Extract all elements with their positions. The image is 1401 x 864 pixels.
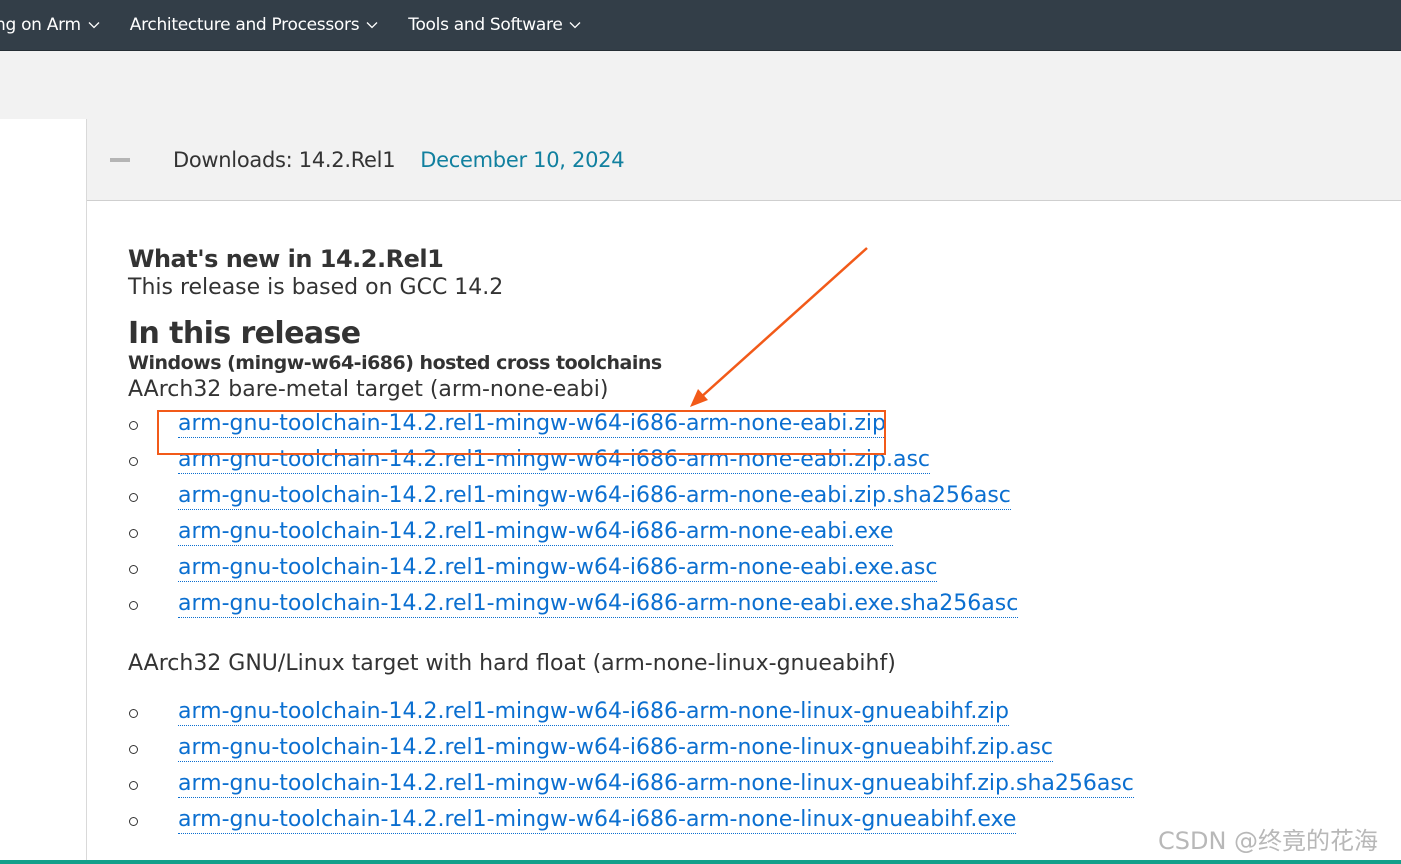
accordion-title: Downloads: 14.2.Rel1 bbox=[173, 147, 396, 172]
download-link[interactable]: arm-gnu-toolchain-14.2.rel1-mingw-w64-i6… bbox=[178, 483, 1011, 510]
watermark: CSDN @终竟的花海 bbox=[1158, 827, 1379, 855]
circle-bullet-icon bbox=[129, 817, 138, 826]
download-link[interactable]: arm-gnu-toolchain-14.2.rel1-mingw-w64-i6… bbox=[178, 519, 894, 546]
list-item: arm-gnu-toolchain-14.2.rel1-mingw-w64-i6… bbox=[129, 514, 1388, 550]
accordion-header[interactable]: Downloads: 14.2.Rel1 December 10, 2024 bbox=[87, 119, 1401, 201]
target-heading-arm-none-eabi: AArch32 bare-metal target (arm-none-eabi… bbox=[128, 377, 609, 402]
list-item: arm-gnu-toolchain-14.2.rel1-mingw-w64-i6… bbox=[129, 406, 1388, 442]
release-date: December 10, 2024 bbox=[420, 147, 625, 172]
nav-item-architecture-and-processors[interactable]: Architecture and Processors bbox=[130, 15, 379, 35]
list-item: arm-gnu-toolchain-14.2.rel1-mingw-w64-i6… bbox=[129, 766, 1388, 802]
nav-item-developing-on-arm[interactable]: oping on Arm bbox=[0, 15, 100, 35]
chevron-down-icon bbox=[88, 22, 100, 29]
nav-item-label: Tools and Software bbox=[408, 15, 563, 35]
circle-bullet-icon bbox=[129, 421, 138, 430]
bottom-accent-line bbox=[0, 860, 1401, 864]
nav-item-label: oping on Arm bbox=[0, 15, 81, 35]
file-list-arm-none-eabi: arm-gnu-toolchain-14.2.rel1-mingw-w64-i6… bbox=[128, 406, 1388, 622]
nav-item-tools-and-software[interactable]: Tools and Software bbox=[408, 15, 581, 35]
circle-bullet-icon bbox=[129, 565, 138, 574]
host-heading: Windows (mingw-w64-i686) hosted cross to… bbox=[128, 352, 662, 374]
release-base-text: This release is based on GCC 14.2 bbox=[128, 275, 504, 300]
circle-bullet-icon bbox=[129, 457, 138, 466]
list-item: arm-gnu-toolchain-14.2.rel1-mingw-w64-i6… bbox=[129, 478, 1388, 514]
download-link[interactable]: arm-gnu-toolchain-14.2.rel1-mingw-w64-i6… bbox=[178, 735, 1054, 762]
chevron-down-icon bbox=[570, 22, 581, 29]
in-this-release-heading: In this release bbox=[128, 316, 361, 351]
minus-icon[interactable] bbox=[110, 157, 130, 162]
download-link[interactable]: arm-gnu-toolchain-14.2.rel1-mingw-w64-i6… bbox=[178, 807, 1017, 834]
release-notes: What's new in 14.2.Rel1 This release is … bbox=[128, 244, 1388, 838]
list-item: arm-gnu-toolchain-14.2.rel1-mingw-w64-i6… bbox=[129, 442, 1388, 478]
nav-item-label: Architecture and Processors bbox=[129, 15, 360, 35]
circle-bullet-icon bbox=[129, 709, 138, 718]
download-link[interactable]: arm-gnu-toolchain-14.2.rel1-mingw-w64-i6… bbox=[178, 591, 1019, 618]
circle-bullet-icon bbox=[129, 493, 138, 502]
page-header-band bbox=[0, 51, 1401, 119]
download-link[interactable]: arm-gnu-toolchain-14.2.rel1-mingw-w64-i6… bbox=[178, 699, 1009, 726]
download-link[interactable]: arm-gnu-toolchain-14.2.rel1-mingw-w64-i6… bbox=[178, 771, 1134, 798]
top-navigation: oping on Arm Architecture and Processors… bbox=[0, 0, 1401, 51]
download-link[interactable]: arm-gnu-toolchain-14.2.rel1-mingw-w64-i6… bbox=[178, 411, 886, 438]
chevron-down-icon bbox=[366, 22, 378, 29]
list-item: arm-gnu-toolchain-14.2.rel1-mingw-w64-i6… bbox=[129, 694, 1388, 730]
file-list-arm-none-linux-gnueabihf: arm-gnu-toolchain-14.2.rel1-mingw-w64-i6… bbox=[128, 694, 1388, 838]
whats-new-heading: What's new in 14.2.Rel1 bbox=[128, 245, 444, 273]
circle-bullet-icon bbox=[129, 529, 138, 538]
list-item: arm-gnu-toolchain-14.2.rel1-mingw-w64-i6… bbox=[129, 550, 1388, 586]
list-item: arm-gnu-toolchain-14.2.rel1-mingw-w64-i6… bbox=[129, 586, 1388, 622]
download-link[interactable]: arm-gnu-toolchain-14.2.rel1-mingw-w64-i6… bbox=[178, 447, 931, 474]
circle-bullet-icon bbox=[129, 781, 138, 790]
download-link[interactable]: arm-gnu-toolchain-14.2.rel1-mingw-w64-i6… bbox=[178, 555, 938, 582]
circle-bullet-icon bbox=[129, 745, 138, 754]
target-heading-arm-none-linux-gnueabihf: AArch32 GNU/Linux target with hard float… bbox=[128, 651, 896, 676]
list-item: arm-gnu-toolchain-14.2.rel1-mingw-w64-i6… bbox=[129, 730, 1388, 766]
downloads-accordion: Downloads: 14.2.Rel1 December 10, 2024 W… bbox=[86, 119, 1401, 864]
circle-bullet-icon bbox=[129, 601, 138, 610]
